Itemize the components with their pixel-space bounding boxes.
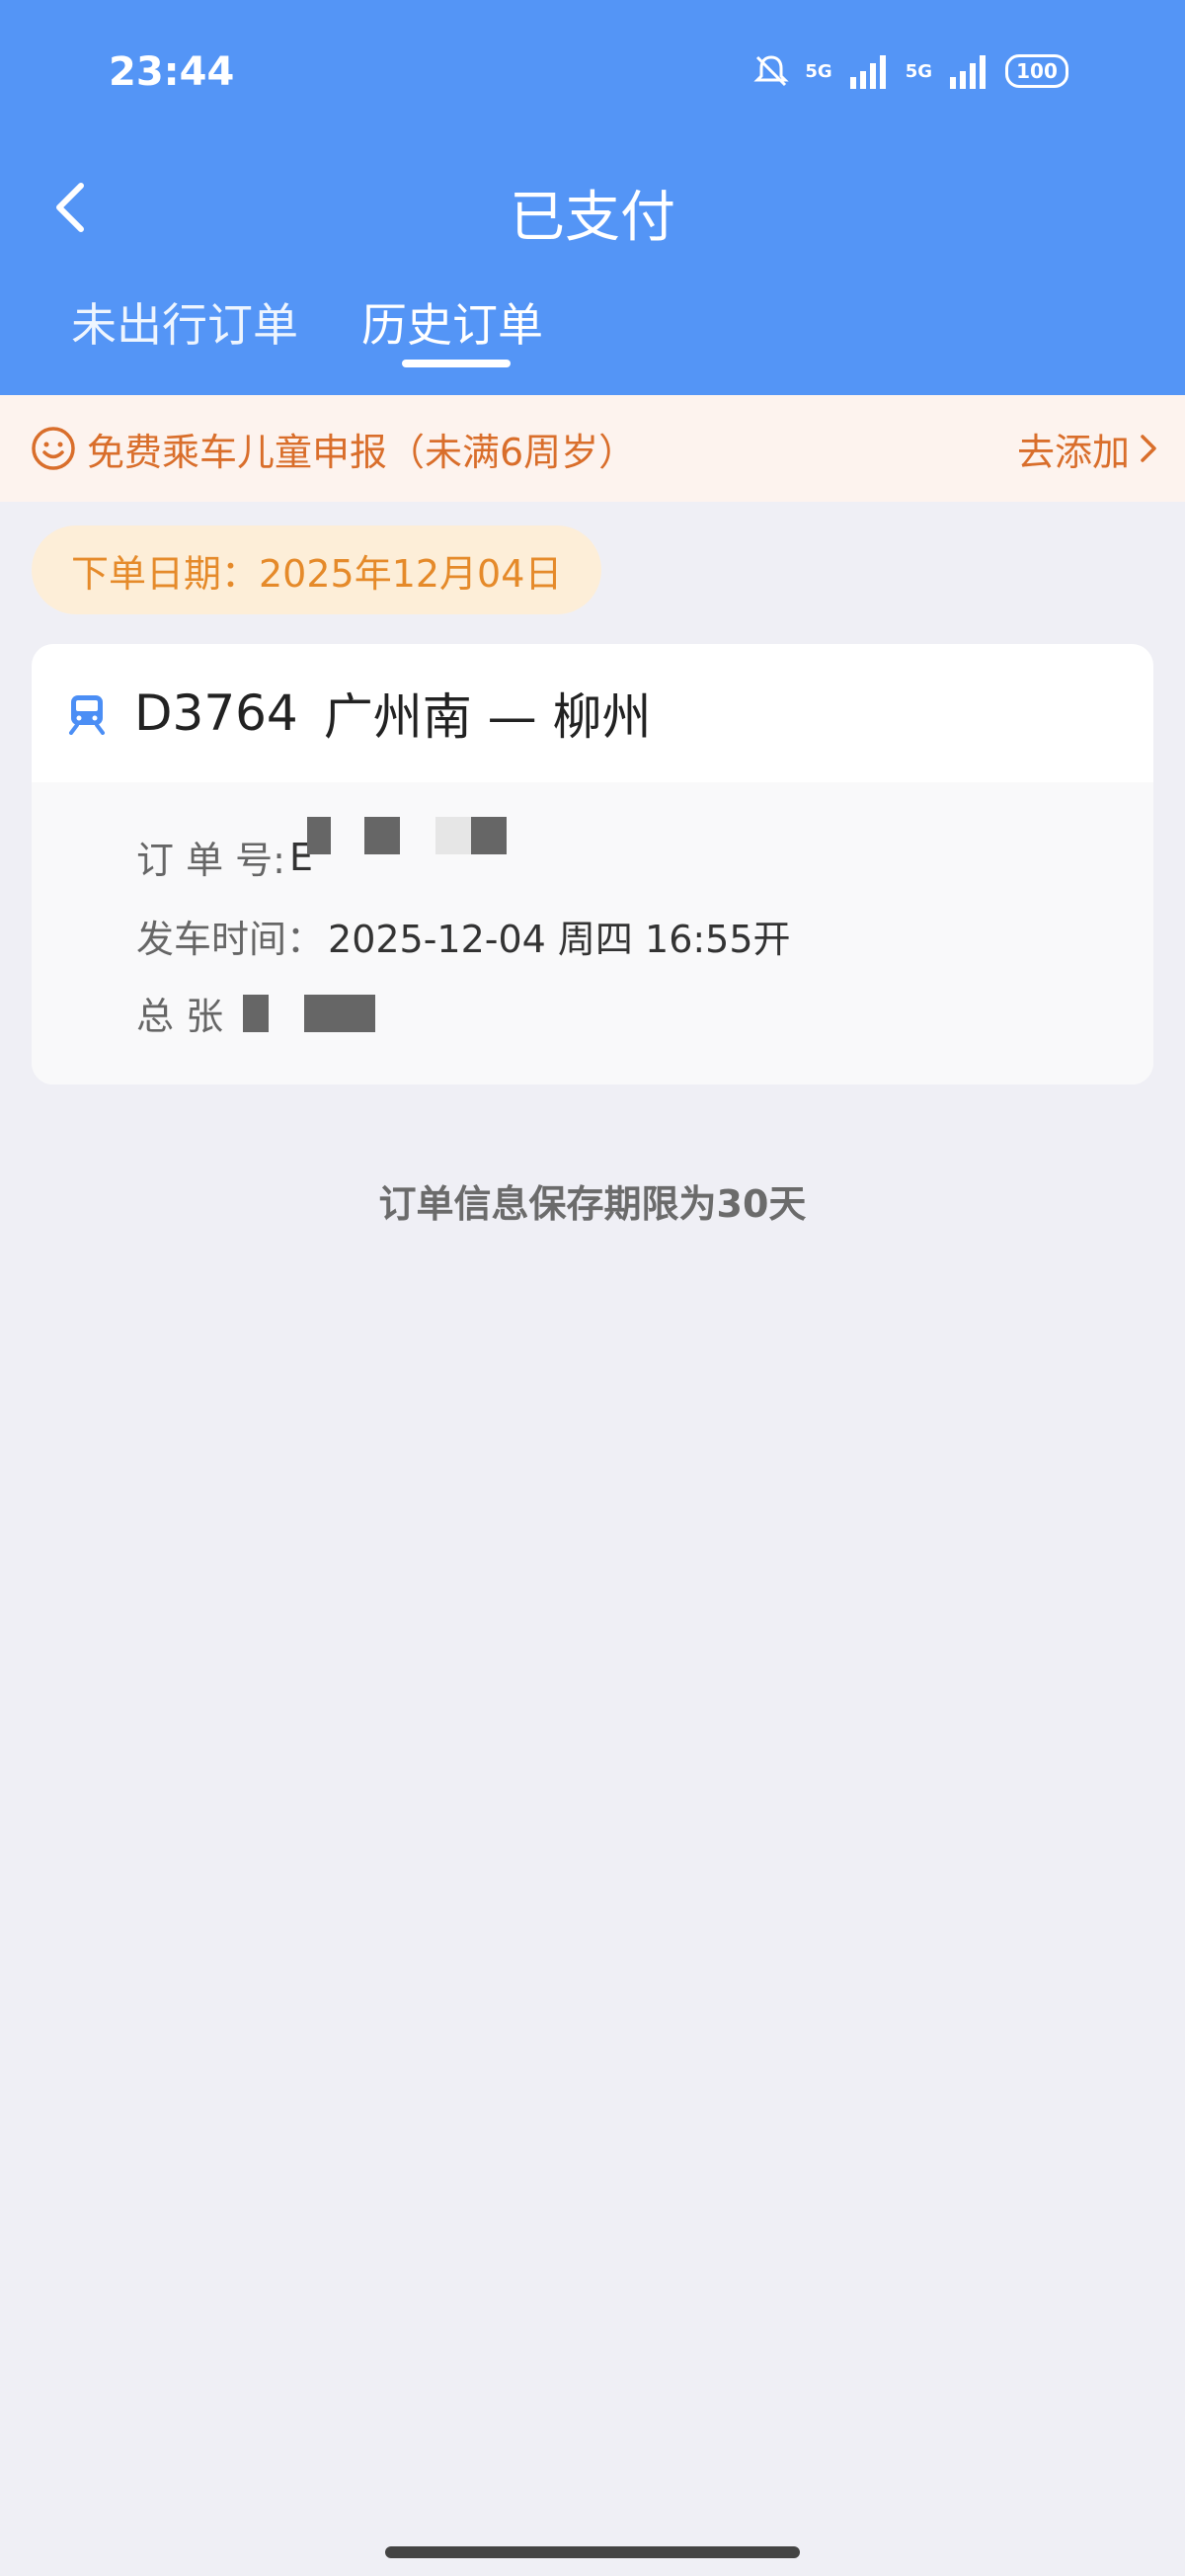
redacted-block: [470, 816, 507, 854]
add-child-label: 去添加: [1016, 430, 1130, 474]
departure-time-label: 发车时间：: [136, 918, 325, 961]
bell-mute-icon: [753, 55, 789, 87]
battery-icon: 100: [1005, 54, 1068, 88]
status-time: 23:44: [109, 49, 235, 95]
retention-note: 订单信息保存期限为30天: [378, 1182, 807, 1226]
tab-history-orders[interactable]: 历史订单: [361, 289, 543, 355]
redacted-block: [306, 816, 331, 854]
redacted-block: [243, 994, 270, 1032]
order-card[interactable]: D3764 广州南 — 柳州 订 单 号: E 发车时间： 2025-12-04…: [32, 644, 1153, 1085]
departure-time-row: 发车时间： 2025-12-04 周四 16:55开: [136, 909, 791, 963]
signal-icon: [950, 55, 986, 89]
chevron-right-icon: [1141, 435, 1156, 462]
order-details: 订 单 号: E 发车时间： 2025-12-04 周四 16:55开 总 张: [32, 782, 1153, 1085]
train-route: 广州南 — 柳州: [323, 688, 652, 746]
departure-time-value: 2025-12-04 周四 16:55开: [328, 918, 791, 961]
add-child-button[interactable]: 去添加: [1017, 395, 1159, 502]
child-declaration-banner[interactable]: 免费乘车儿童申报（未满6周岁） 去添加: [0, 395, 1185, 502]
active-tab-indicator: [402, 360, 511, 367]
train-number: D3764: [134, 684, 298, 742]
ticket-count-row: 总 张: [136, 986, 376, 1040]
order-date-badge: 下单日期：2025年12月04日: [32, 525, 602, 614]
redacted-block: [434, 816, 471, 854]
sim1-label: 5G: [805, 60, 832, 82]
order-number-label: 订 单 号:: [136, 839, 285, 882]
page-title: 已支付: [510, 186, 675, 250]
order-number-row: 订 单 号: E: [136, 816, 507, 884]
train-icon: [69, 695, 105, 735]
app-header: 23:44 5G 5G 100 已支付 未出行订单 历史订单: [0, 0, 1185, 395]
order-card-header: D3764 广州南 — 柳州: [32, 644, 1153, 782]
ticket-count-label: 总 张: [136, 995, 224, 1038]
smile-icon: [32, 427, 75, 470]
redacted-block: [304, 994, 376, 1032]
home-indicator[interactable]: [385, 2546, 800, 2558]
redacted-block: [363, 816, 400, 854]
signal-icon: [849, 55, 886, 89]
banner-text: 免费乘车儿童申报（未满6周岁）: [87, 430, 637, 474]
sim2-label: 5G: [905, 60, 932, 82]
tab-upcoming-orders[interactable]: 未出行订单: [71, 289, 298, 355]
status-icons: 5G 5G 100: [751, 51, 1068, 91]
